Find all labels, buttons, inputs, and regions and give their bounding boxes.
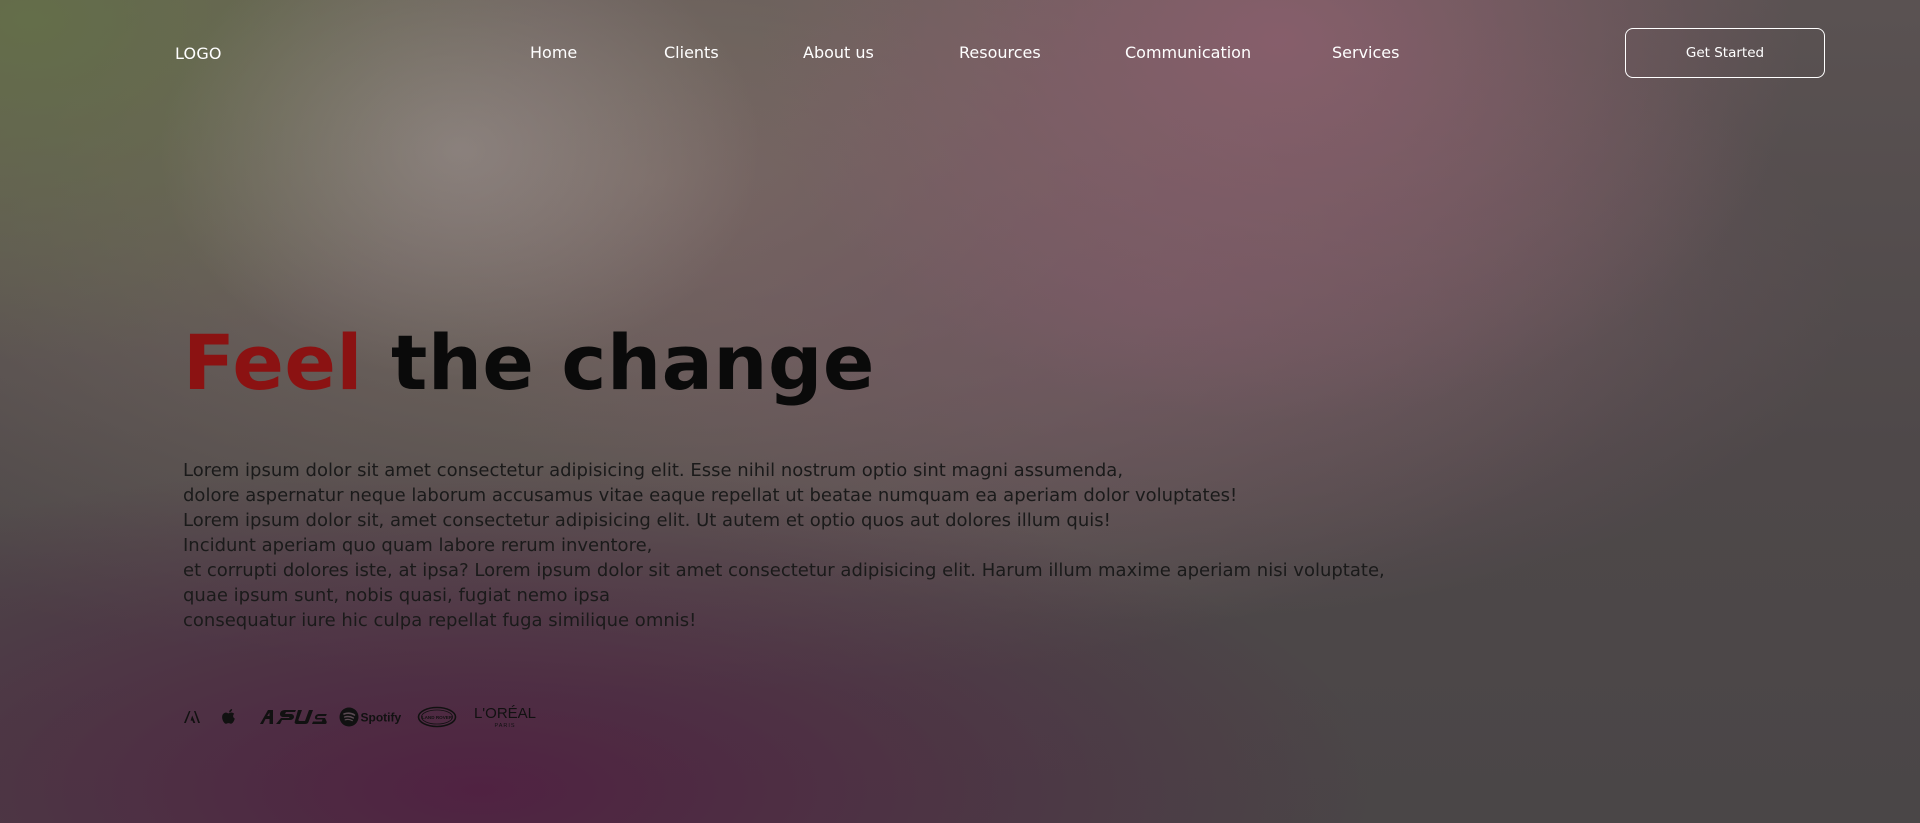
loreal-logo: L'ORÉAL PARIS bbox=[474, 705, 536, 729]
nav-clients-link[interactable]: Clients bbox=[664, 43, 719, 62]
hero-description: Lorem ipsum dolor sit amet consectetur a… bbox=[183, 458, 1463, 633]
hero-description-line: consequatur iure hic culpa repellat fuga… bbox=[183, 610, 697, 631]
hero-description-line: Lorem ipsum dolor sit amet consectetur a… bbox=[183, 460, 1124, 481]
hero-title: Feel the change bbox=[183, 318, 875, 408]
spotify-logo: Spotify bbox=[339, 707, 402, 727]
loreal-paris-subtext: PARIS bbox=[494, 723, 515, 729]
site-header: LOGO Home Clients About us Resources Com… bbox=[0, 0, 1920, 106]
hero-title-rest: the change bbox=[390, 318, 875, 407]
hero-description-line: quae ipsum sunt, nobis quasi, fugiat nem… bbox=[183, 585, 611, 606]
hero-description-line: et corrupti dolores iste, at ipsa? Lorem… bbox=[183, 560, 1385, 581]
nav-resources-link[interactable]: Resources bbox=[959, 43, 1041, 62]
get-started-button[interactable]: Get Started bbox=[1625, 28, 1825, 78]
hero-title-accent: Feel bbox=[183, 318, 363, 407]
spotify-wordmark: Spotify bbox=[361, 711, 402, 725]
nav-communication-link[interactable]: Communication bbox=[1125, 43, 1251, 62]
brand-logos: Spotify LAND ROVER L'ORÉAL PARIS bbox=[183, 702, 543, 732]
nav-home-link[interactable]: Home bbox=[530, 43, 577, 62]
loreal-wordmark: L'ORÉAL bbox=[474, 705, 536, 722]
nav-services-link[interactable]: Services bbox=[1332, 43, 1399, 62]
nav-about-us-link[interactable]: About us bbox=[803, 43, 874, 62]
hero-description-line: Lorem ipsum dolor sit, amet consectetur … bbox=[183, 510, 1111, 531]
hero-description-line: dolore aspernatur neque laborum accusamu… bbox=[183, 485, 1238, 506]
land-rover-wordmark: LAND ROVER bbox=[422, 715, 453, 720]
adobe-logo bbox=[184, 711, 200, 723]
asus-logo bbox=[260, 710, 327, 724]
land-rover-logo: LAND ROVER bbox=[417, 706, 457, 728]
hero-background bbox=[0, 0, 1920, 823]
apple-logo bbox=[222, 708, 235, 724]
hero-description-line: Incidunt aperiam quo quam labore rerum i… bbox=[183, 535, 653, 556]
